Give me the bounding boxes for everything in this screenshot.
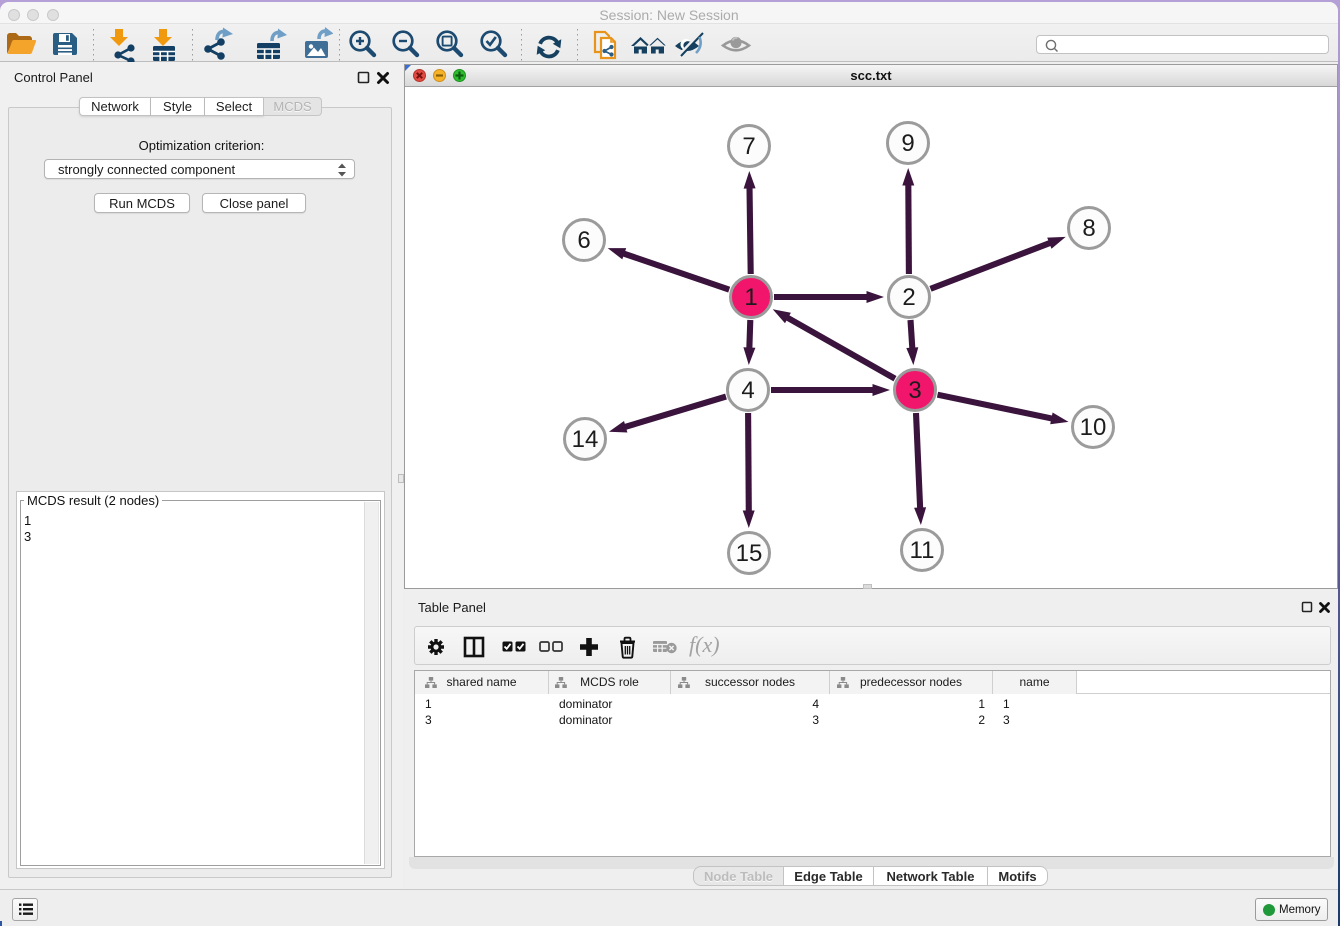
svg-text:11: 11 — [910, 537, 935, 564]
svg-text:8: 8 — [1082, 215, 1095, 242]
svg-text:7: 7 — [742, 133, 755, 160]
svg-text:3: 3 — [908, 377, 921, 404]
svg-text:15: 15 — [736, 540, 763, 567]
svg-text:14: 14 — [572, 426, 599, 453]
svg-text:2: 2 — [902, 284, 915, 311]
svg-text:6: 6 — [577, 227, 590, 254]
svg-text:4: 4 — [741, 377, 754, 404]
svg-text:10: 10 — [1080, 414, 1107, 441]
svg-text:9: 9 — [901, 130, 914, 157]
svg-text:1: 1 — [744, 284, 757, 311]
